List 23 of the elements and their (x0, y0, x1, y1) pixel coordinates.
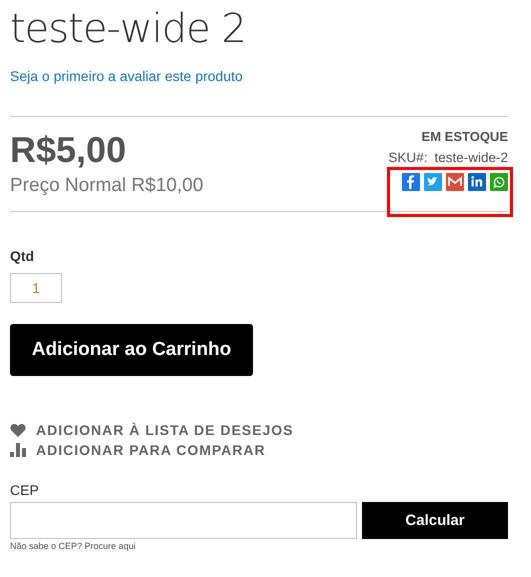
sku-value: teste-wide-2 (434, 150, 508, 165)
cep-label: CEP (10, 482, 40, 498)
quantity-field[interactable]: 1 (10, 273, 62, 303)
gmail-icon[interactable] (446, 173, 464, 191)
whatsapp-icon[interactable] (490, 173, 508, 191)
sku-label: SKU#: (388, 150, 428, 165)
product-title: teste-wide 2 (10, 5, 247, 54)
heart-icon (10, 423, 26, 437)
regular-price: Preço Normal R$10,00 (10, 175, 204, 197)
compare-link[interactable]: ADICIONAR PARA COMPARAR (36, 442, 266, 458)
cep-field[interactable] (10, 502, 357, 539)
linkedin-icon[interactable] (468, 173, 486, 191)
product-price: R$5,00 (10, 129, 128, 171)
quantity-label: Qtd (10, 248, 36, 264)
bar-chart-icon (10, 443, 26, 457)
add-to-cart-button[interactable]: Adicionar ao Carrinho (10, 324, 253, 376)
twitter-icon[interactable] (424, 173, 442, 191)
review-link[interactable]: Seja o primeiro a avaliar este produto (10, 68, 243, 84)
stock-status: EM ESTOQUE (422, 129, 508, 144)
cep-help-text: Não sabe o CEP? Procure aqui (10, 541, 137, 551)
wishlist-link[interactable]: ADICIONAR À LISTA DE DESEJOS (36, 422, 294, 438)
facebook-icon[interactable] (402, 173, 420, 191)
calculate-button[interactable]: Calcular (362, 502, 508, 539)
